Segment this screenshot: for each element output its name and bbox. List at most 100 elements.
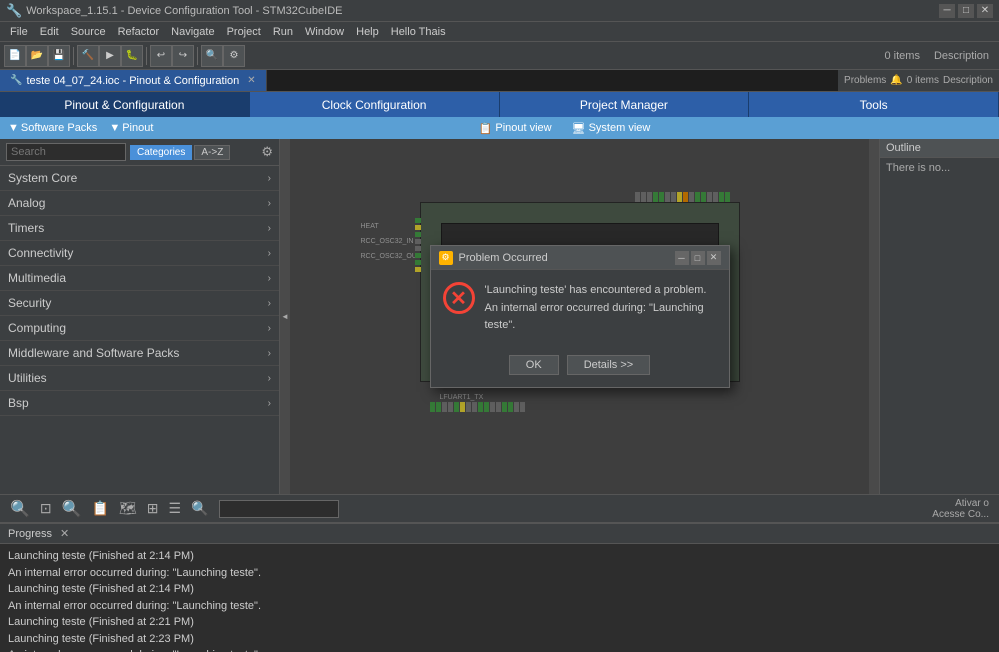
system-view-btn[interactable]: 🖥 System view: [572, 122, 651, 135]
menu-navigate[interactable]: Navigate: [165, 25, 220, 39]
menu-edit[interactable]: Edit: [34, 25, 65, 39]
sidebar-header: Categories A->Z ⚙: [0, 139, 279, 166]
config-tab-project[interactable]: Project Manager: [500, 92, 750, 117]
toolbar-search[interactable]: 🔍: [201, 45, 223, 67]
progress-header: Progress ✕: [0, 524, 999, 544]
dialog-maximize-btn[interactable]: □: [691, 251, 705, 265]
menu-file[interactable]: File: [4, 25, 34, 39]
config-tab-pinout[interactable]: Pinout & Configuration: [0, 92, 250, 117]
menu-window[interactable]: Window: [299, 25, 350, 39]
ioc-tab-label: teste 04_07_24.ioc - Pinout & Configurat…: [26, 75, 239, 87]
problems-icon: 🔔: [890, 75, 902, 86]
toolbar-run[interactable]: ▶: [99, 45, 121, 67]
menu-hello[interactable]: Hello Thais: [385, 25, 452, 39]
problems-desc: Description: [943, 75, 993, 86]
minimize-btn[interactable]: ─: [939, 4, 955, 18]
dropdown-icon: ▼: [8, 122, 19, 134]
sidebar-search-input[interactable]: [6, 143, 126, 161]
close-btn[interactable]: ✕: [977, 4, 993, 18]
search-chip-btn[interactable]: 🔍: [191, 500, 208, 517]
sidebar: Categories A->Z ⚙ System Core › Analog ›…: [0, 139, 280, 494]
sidebar-sections: System Core › Analog › Timers › Connecti…: [0, 166, 279, 416]
zoom-in-btn[interactable]: 🔍: [10, 499, 30, 519]
right-panel-label: 0 items: [879, 50, 926, 62]
sidebar-item-connectivity[interactable]: Connectivity ›: [0, 241, 279, 266]
sidebar-item-utilities[interactable]: Utilities ›: [0, 366, 279, 391]
canvas-area: HEAT RCC_OSC32_IN RCC_OSC32_OUT: [290, 139, 869, 494]
ioc-tab-close[interactable]: ✕: [247, 75, 255, 86]
error-icon: ✕: [443, 282, 475, 314]
dialog-title-text: Problem Occurred: [459, 252, 675, 264]
ioc-tab-icon: 🔧: [10, 75, 22, 86]
sidebar-tab-categories[interactable]: Categories: [130, 145, 192, 160]
dialog-close-btn[interactable]: ✕: [707, 251, 721, 265]
pan-btn[interactable]: 🗺: [119, 500, 137, 517]
canvas-bottom-toolbar: 🔍 ⊡ 🔍 📋 🗺 ⊞ ☰ 🔍 Ativar o Acesse Co...: [0, 494, 999, 522]
view-selector: 📋 Pinout view 🖥 System view: [280, 122, 849, 135]
config-tab-clock[interactable]: Clock Configuration: [250, 92, 500, 117]
dialog-body: ✕ 'Launching teste' has encountered a pr…: [431, 270, 729, 347]
sidebar-tab-az[interactable]: A->Z: [194, 145, 230, 160]
right-scroll[interactable]: [869, 139, 879, 494]
app-icon: 🔧: [6, 3, 22, 19]
dialog-details-btn[interactable]: Details >>: [567, 355, 651, 375]
menu-refactor[interactable]: Refactor: [112, 25, 166, 39]
sidebar-item-security[interactable]: Security ›: [0, 291, 279, 316]
sub-nav-left: ▼ Software Packs ▼ Pinout: [0, 122, 280, 134]
sidebar-item-multimedia[interactable]: Multimedia ›: [0, 266, 279, 291]
sub-nav-pinout[interactable]: ▼ Pinout: [109, 122, 153, 134]
menu-run[interactable]: Run: [267, 25, 299, 39]
zoom-out-btn[interactable]: 🔍: [62, 499, 82, 519]
config-tab-clock-label: Clock Configuration: [322, 98, 427, 112]
menu-source[interactable]: Source: [65, 25, 112, 39]
sidebar-item-system-core[interactable]: System Core ›: [0, 166, 279, 191]
dialog-message: 'Launching teste' has encountered a prob…: [485, 282, 717, 335]
menu-help[interactable]: Help: [350, 25, 385, 39]
grid-btn[interactable]: ⊞: [147, 500, 159, 517]
toolbar-new[interactable]: 📄: [4, 45, 26, 67]
sidebar-item-timers[interactable]: Timers ›: [0, 216, 279, 241]
menu-bar: File Edit Source Refactor Navigate Proje…: [0, 22, 999, 42]
dialog-ok-btn[interactable]: OK: [509, 355, 559, 375]
config-tab-tools[interactable]: Tools: [749, 92, 999, 117]
toolbar-redo[interactable]: ↪: [172, 45, 194, 67]
sub-nav-software-packs[interactable]: ▼ Software Packs: [8, 122, 97, 134]
layout-btn[interactable]: ☰: [169, 500, 182, 517]
progress-log: Launching teste (Finished at 2:14 PM) An…: [0, 544, 999, 652]
sidebar-item-computing[interactable]: Computing ›: [0, 316, 279, 341]
menu-project[interactable]: Project: [221, 25, 267, 39]
toolbar-settings[interactable]: ⚙: [223, 45, 245, 67]
toolbar-debug[interactable]: 🐛: [121, 45, 143, 67]
system-view-icon: 🖥: [572, 122, 586, 135]
toolbar-save[interactable]: 💾: [48, 45, 70, 67]
collapse-icon: ◄: [281, 312, 289, 321]
outline-content: There is no...: [880, 158, 999, 178]
dialog-message-line2: An internal error occurred during: "Laun…: [485, 300, 717, 335]
toolbar-undo[interactable]: ↩: [150, 45, 172, 67]
log-line-0: Launching teste (Finished at 2:14 PM): [8, 548, 991, 565]
ioc-file-tab[interactable]: 🔧 teste 04_07_24.ioc - Pinout & Configur…: [0, 70, 267, 91]
toolbar-sep-3: [197, 47, 198, 65]
chevron-right-icon: ›: [268, 348, 271, 359]
canvas-search-input[interactable]: [219, 500, 339, 518]
progress-close-btn[interactable]: ✕: [60, 527, 69, 540]
progress-tab[interactable]: Progress: [8, 528, 52, 540]
dialog-minimize-btn[interactable]: ─: [675, 251, 689, 265]
fit-btn[interactable]: ⊡: [40, 500, 52, 517]
toolbar-build[interactable]: 🔨: [77, 45, 99, 67]
log-line-3: An internal error occurred during: "Laun…: [8, 598, 991, 615]
sidebar-collapse-handle[interactable]: ◄: [280, 139, 290, 494]
sidebar-item-bsp[interactable]: Bsp ›: [0, 391, 279, 416]
sidebar-item-middleware[interactable]: Middleware and Software Packs ›: [0, 341, 279, 366]
outline-header: Outline: [880, 139, 999, 158]
log-line-6: An internal error occurred during: "Laun…: [8, 647, 991, 652]
view-toggle-btn[interactable]: 📋: [92, 500, 109, 517]
toolbar-open[interactable]: 📂: [26, 45, 48, 67]
pinout-view-btn[interactable]: 📋 Pinout view: [479, 122, 552, 135]
problem-dialog: ⚙ Problem Occurred ─ □ ✕ ✕ 'Launching te…: [430, 245, 730, 388]
chevron-right-icon: ›: [268, 248, 271, 259]
sidebar-item-analog[interactable]: Analog ›: [0, 191, 279, 216]
gear-icon[interactable]: ⚙: [261, 144, 273, 160]
maximize-btn[interactable]: □: [958, 4, 974, 18]
log-line-1: An internal error occurred during: "Laun…: [8, 565, 991, 582]
